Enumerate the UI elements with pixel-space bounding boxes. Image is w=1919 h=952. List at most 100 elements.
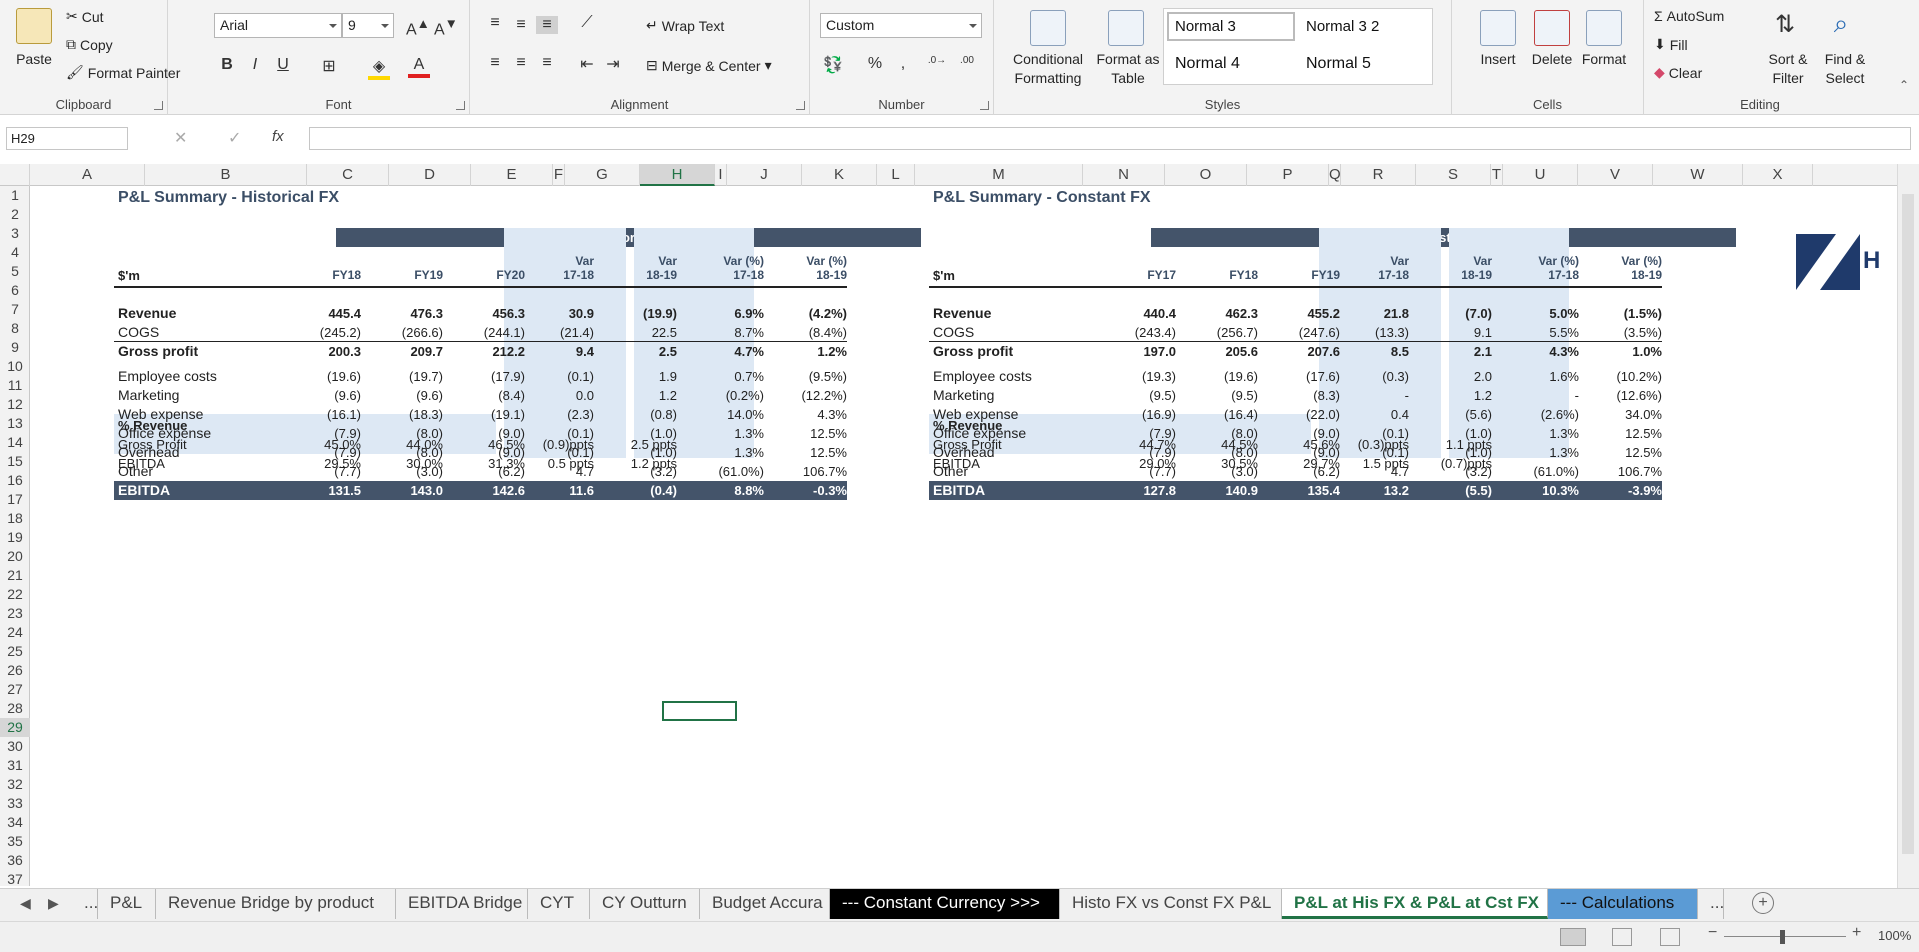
table-cell[interactable]: (19.9) — [597, 304, 677, 323]
table-cell[interactable]: -0.3% — [767, 481, 847, 500]
insert-function-button[interactable]: fx — [272, 128, 284, 145]
column-header[interactable]: F — [553, 164, 565, 186]
table-cell[interactable]: 209.7 — [363, 342, 443, 361]
table-cell[interactable]: (256.7) — [1178, 323, 1258, 342]
sheet-tab[interactable]: Histo FX vs Const FX P&L — [1060, 889, 1282, 919]
column-header[interactable]: D — [389, 164, 471, 186]
table-cell[interactable]: (2.3) — [514, 405, 594, 424]
delete-button[interactable]: Delete — [1524, 50, 1580, 69]
table-cell[interactable]: 1.3% — [1499, 424, 1579, 443]
table-cell[interactable]: (9.5) — [1096, 386, 1176, 405]
align-left-icon[interactable]: ≡ — [484, 54, 506, 72]
number-format-combo[interactable]: Custom — [820, 13, 982, 38]
sheet-tab[interactable]: --- Calculations — [1548, 889, 1698, 919]
borders-icon[interactable]: ⊞ — [318, 56, 340, 76]
fill-button[interactable]: ⬇ Fill — [1654, 36, 1688, 53]
pct-cell[interactable]: 30.5% — [1178, 454, 1258, 473]
table-cell[interactable]: (16.9) — [1096, 405, 1176, 424]
row-header[interactable]: 12 — [0, 395, 30, 414]
table-cell[interactable]: 10.3% — [1499, 481, 1579, 500]
column-header[interactable]: H — [640, 164, 715, 186]
align-bottom-icon[interactable]: ≡ — [536, 16, 558, 34]
table-cell[interactable]: 1.0% — [1582, 342, 1662, 361]
grow-font-icon[interactable]: A▲ — [406, 16, 430, 39]
table-cell[interactable]: (247.6) — [1260, 323, 1340, 342]
row-header[interactable]: 30 — [0, 737, 30, 756]
sheet-tab[interactable]: --- Constant Currency >>> — [830, 889, 1060, 919]
comma-style-button[interactable]: , — [892, 55, 914, 73]
column-header[interactable]: W — [1653, 164, 1743, 186]
pct-cell[interactable]: 2.5 ppts — [597, 435, 677, 454]
column-header[interactable]: R — [1341, 164, 1416, 186]
wrap-text-button[interactable]: ↵ Wrap Text — [646, 17, 724, 34]
normal-view-icon[interactable] — [1560, 928, 1586, 946]
zoom-slider[interactable] — [1724, 936, 1846, 937]
row-header[interactable]: 33 — [0, 794, 30, 813]
table-cell[interactable]: (1.5%) — [1582, 304, 1662, 323]
table-cell[interactable]: (16.4) — [1178, 405, 1258, 424]
tab-scroll-right-icon[interactable]: ▶ — [48, 895, 59, 912]
row-header[interactable]: 5 — [0, 262, 30, 281]
sheet-tab[interactable]: Revenue Bridge by product — [156, 889, 396, 919]
table-cell[interactable]: (19.1) — [445, 405, 525, 424]
insert-button[interactable]: Insert — [1470, 50, 1526, 69]
sheet-tab[interactable]: P&L — [98, 889, 156, 919]
sheet-tab[interactable]: P&L at His FX & P&L at Cst FX — [1282, 889, 1548, 919]
table-cell[interactable]: (244.1) — [445, 323, 525, 342]
pct-cell[interactable]: 46.5% — [445, 435, 525, 454]
table-cell[interactable]: (16.1) — [281, 405, 361, 424]
table-cell[interactable]: 1.6% — [1499, 367, 1579, 386]
table-cell[interactable]: 4.3% — [1499, 342, 1579, 361]
table-cell[interactable]: 212.2 — [445, 342, 525, 361]
pct-cell[interactable]: 44.0% — [363, 435, 443, 454]
pct-cell[interactable]: 30.0% — [363, 454, 443, 473]
table-cell[interactable]: 4.7% — [684, 342, 764, 361]
table-cell[interactable]: 1.9 — [597, 367, 677, 386]
merge-center-button[interactable]: ⊟ Merge & Center ▾ — [646, 57, 772, 74]
table-cell[interactable]: (19.6) — [281, 367, 361, 386]
table-cell[interactable]: (4.2%) — [767, 304, 847, 323]
format-painter-button[interactable]: 🖌 Format Painter — [66, 64, 180, 81]
column-header[interactable]: N — [1083, 164, 1165, 186]
table-cell[interactable]: 2.5 — [597, 342, 677, 361]
sheet-tab[interactable]: EBITDA Bridge — [396, 889, 528, 919]
zoom-out-icon[interactable]: − — [1708, 924, 1717, 942]
active-cell-h29[interactable] — [662, 701, 737, 721]
table-cell[interactable]: 12.5% — [767, 443, 847, 462]
sheet-tab[interactable]: ... — [1698, 889, 1724, 919]
table-cell[interactable]: (5.5) — [1412, 481, 1492, 500]
clipboard-launcher-icon[interactable] — [154, 101, 163, 110]
add-sheet-icon[interactable]: + — [1752, 892, 1774, 914]
row-header[interactable]: 7 — [0, 300, 30, 319]
bold-button[interactable]: B — [216, 56, 238, 74]
row-header[interactable]: 24 — [0, 623, 30, 642]
row-header[interactable]: 2 — [0, 205, 30, 224]
table-cell[interactable]: 30.9 — [514, 304, 594, 323]
table-cell[interactable]: 1.2% — [767, 342, 847, 361]
table-cell[interactable]: -3.9% — [1582, 481, 1662, 500]
page-layout-icon[interactable] — [1612, 928, 1632, 946]
formula-input[interactable] — [309, 127, 1911, 150]
row-header[interactable]: 36 — [0, 851, 30, 870]
table-cell[interactable]: 4.3% — [767, 405, 847, 424]
font-size-combo[interactable]: 9 — [342, 13, 394, 38]
row-header[interactable]: 31 — [0, 756, 30, 775]
table-cell[interactable]: 5.0% — [1499, 304, 1579, 323]
table-cell[interactable]: 440.4 — [1096, 304, 1176, 323]
table-cell[interactable]: 9.1 — [1412, 323, 1492, 342]
column-header[interactable]: B — [145, 164, 307, 186]
copy-button[interactable]: ⧉ Copy — [66, 36, 113, 53]
align-center-icon[interactable]: ≡ — [510, 54, 532, 72]
row-header[interactable]: 14 — [0, 433, 30, 452]
table-cell[interactable]: (5.6) — [1412, 405, 1492, 424]
row-header[interactable]: 18 — [0, 509, 30, 528]
column-header[interactable]: O — [1165, 164, 1247, 186]
table-cell[interactable]: 1.2 — [597, 386, 677, 405]
table-cell[interactable]: (0.8) — [597, 405, 677, 424]
table-cell[interactable]: 21.8 — [1329, 304, 1409, 323]
table-cell[interactable]: (19.3) — [1096, 367, 1176, 386]
pct-cell[interactable]: 31.3% — [445, 454, 525, 473]
row-header[interactable]: 1 — [0, 186, 30, 205]
table-cell[interactable]: 142.6 — [445, 481, 525, 500]
column-header[interactable]: X — [1743, 164, 1813, 186]
